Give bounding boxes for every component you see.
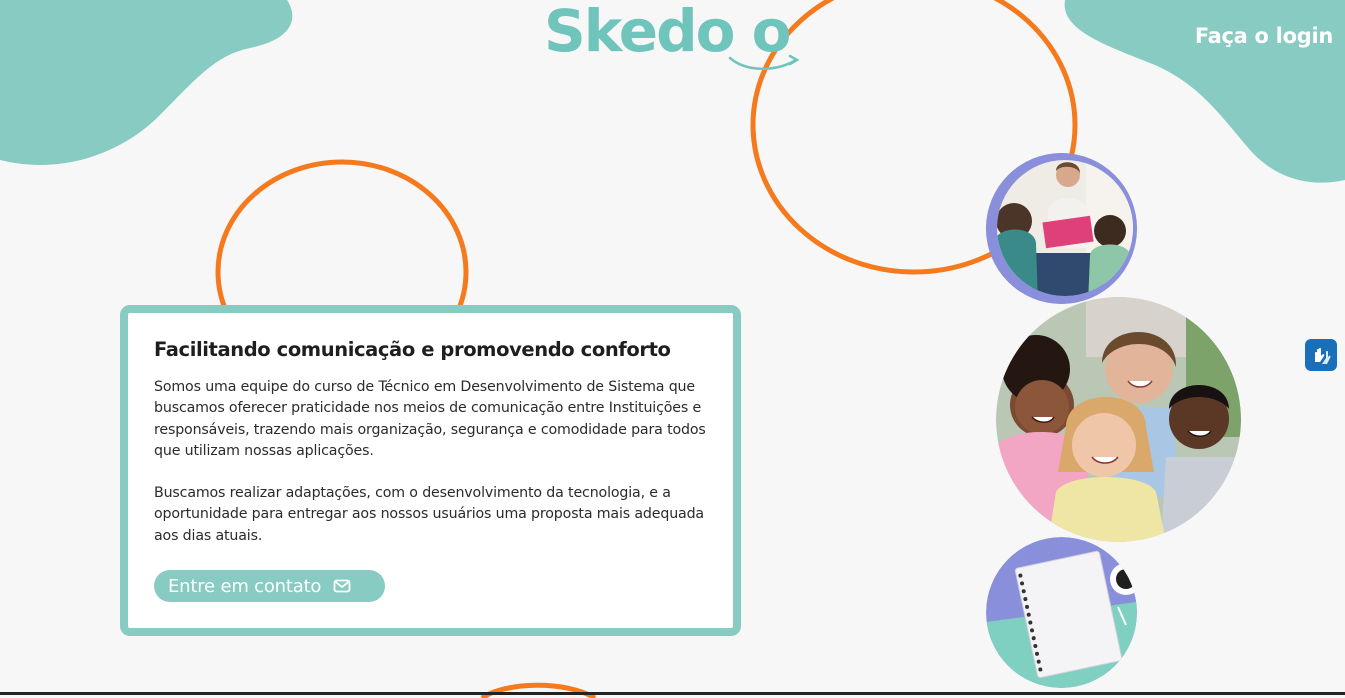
sign-language-hands-icon: [1315, 347, 1331, 364]
login-link[interactable]: Faça o login: [1195, 24, 1333, 48]
skedoo-logo[interactable]: Skedo o: [540, 0, 820, 78]
card-title: Facilitando comunicação e promovendo con…: [154, 338, 671, 361]
teacher-reading-photo: [986, 153, 1137, 304]
mail-icon: [333, 579, 351, 593]
logo-smile-icon: [728, 54, 800, 70]
decorative-blob-top-left: [0, 0, 293, 165]
decorative-ring-bottom: [480, 682, 597, 698]
intro-card-content: Facilitando comunicação e promovendo con…: [154, 337, 714, 547]
children-group-photo: [996, 297, 1241, 542]
decorative-ring-left: [215, 159, 469, 318]
intro-card: Facilitando comunicação e promovendo con…: [120, 305, 741, 636]
accessibility-button[interactable]: [1305, 339, 1337, 371]
contact-button-label: Entre em contato: [168, 575, 322, 597]
contact-button[interactable]: Entre em contato: [154, 570, 385, 602]
notebook-photo: [986, 537, 1137, 688]
card-paragraph-2: Buscamos realizar adaptações, com o dese…: [154, 485, 704, 544]
card-paragraph-1: Somos uma equipe do curso de Técnico em …: [154, 379, 706, 459]
